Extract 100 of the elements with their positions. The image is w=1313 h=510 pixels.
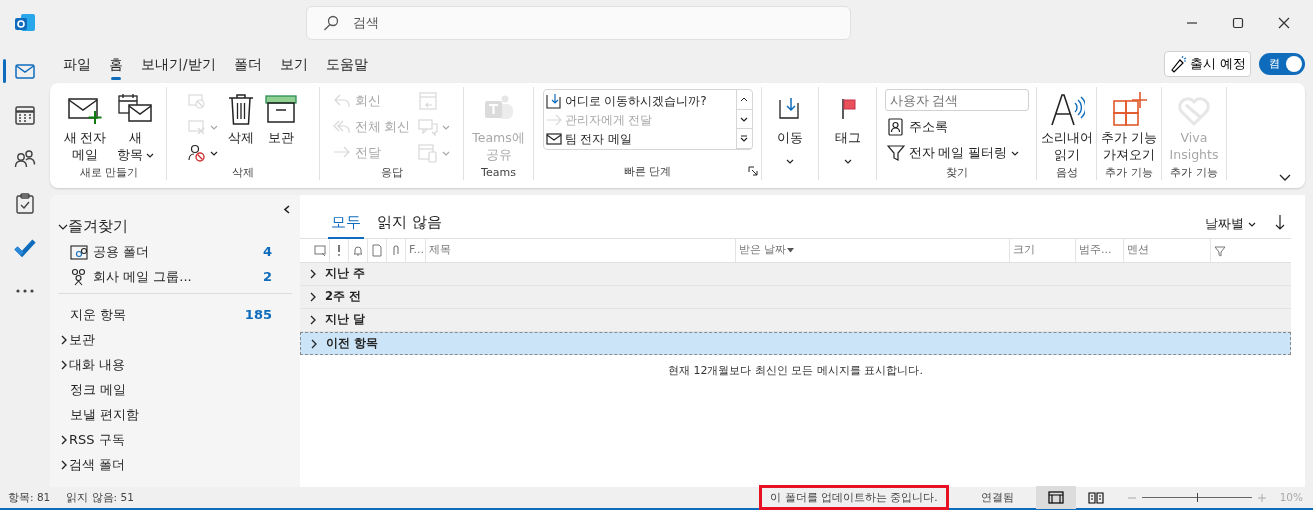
scroll-up-icon[interactable] [740,95,748,103]
sort-direction-icon[interactable] [1275,214,1285,230]
group-label: Teams [480,165,517,181]
scroll-down-icon[interactable] [740,115,748,123]
group-header[interactable]: 지난 주 [300,263,1291,286]
normal-view-button[interactable] [1035,486,1076,509]
app-logo-icon [14,11,36,34]
menu-tab[interactable]: 파일 [54,49,100,79]
folder-name[interactable]: 검색 폴더 [69,454,126,475]
folder-name[interactable]: 보관 [69,329,95,350]
document-icon [371,244,383,257]
ribbon-button[interactable]: 새 전자 메일 [60,87,110,165]
ribbon-button[interactable]: 새 항목 [113,87,158,165]
column-header[interactable]: 받은 날짜 [736,239,1010,262]
sort-triangle-icon [786,248,794,253]
menu-tab[interactable]: 홈 [100,49,132,79]
people-icon[interactable] [14,148,36,170]
unread-count: 2 [262,267,272,286]
menu-tab[interactable]: 보내기/받기 [132,49,225,79]
unread-count: 185 [244,305,272,324]
group-label: 음성 [1054,165,1079,181]
filter-icon[interactable] [1214,244,1226,257]
group-header[interactable]: 지난 달 [300,309,1291,332]
favorites-header[interactable]: 즐겨찾기 [50,214,300,239]
block-sender-icon [188,144,206,162]
group-label: 응답 [379,165,404,181]
ignore-icon [188,92,206,110]
status-text: 항목: 81 [8,489,51,505]
quick-step-item[interactable]: 어디로 이동하시겠습니까? [545,91,734,110]
calendar-phone-icon [418,143,439,163]
ribbon-button[interactable]: 이동 [774,87,806,171]
status-message: 이 폴더를 업데이트하는 중입니다. [759,484,949,510]
group-header[interactable]: 2주 전 [300,286,1291,309]
coming-soon-button[interactable]: 출시 예정 [1163,51,1251,77]
filter-tab[interactable]: 모두 [328,206,364,238]
folder-name[interactable]: 지운 항목 [70,304,127,325]
group-header[interactable]: 이전 항목 [300,332,1291,355]
menu-tab[interactable]: 보기 [270,49,317,79]
folder-name[interactable]: 정크 메일 [70,379,127,400]
group-label: 삭제 [231,165,255,181]
caret-icon [843,159,852,164]
ribbon-expand-icon[interactable] [1279,174,1291,182]
group-label: 새로 만들기 [78,165,140,181]
clipboard-check-icon[interactable] [14,192,36,214]
calendar-icon[interactable] [14,104,36,126]
folder-name[interactable]: RSS 구독 [69,429,125,450]
read-aloud-icon [1048,91,1085,127]
mail-icon [545,130,562,147]
notice-text: 현재 12개월보다 최신인 모든 메시지를 표시합니다. [667,363,924,379]
shared-folder-icon [70,242,88,261]
bell-icon [352,244,364,257]
group-label: 찾기 [944,165,969,181]
menu-tab[interactable]: 도움말 [316,49,377,79]
ribbon-button[interactable]: 주소록 [884,115,1029,139]
caret-icon [1248,221,1256,227]
caret-icon [786,159,794,164]
people-search-field[interactable]: 사용자 검색 [884,89,1029,111]
chat-bubbles-icon [418,117,439,137]
reply-all-icon [332,118,351,136]
toggle-switch[interactable]: 켬 [1259,53,1305,75]
folder-name[interactable]: 대화 내용 [69,354,126,375]
connection-status: 연결됨 [980,489,1014,505]
column-header[interactable]: F... [406,239,426,262]
chevron-right-icon [311,338,317,349]
dialog-launcher-icon[interactable] [748,166,758,176]
move-to-folder-icon [778,97,802,121]
calendar-reply-icon [418,91,439,111]
quick-step-item[interactable]: 팀 전자 메일 [545,129,734,148]
reply-icon [332,92,351,110]
search-field[interactable]: 검색 [306,5,851,40]
sort-button[interactable]: 날짜별 [1201,209,1259,238]
folder-item[interactable]: 공용 폴더 4 [50,239,300,264]
ribbon-button[interactable]: 태그 [831,87,864,171]
chevron-right-icon [310,269,316,279]
column-header[interactable]: 멘션 [1124,239,1211,262]
folder-item[interactable]: 회사 메일 그룹... 2 [50,264,300,289]
zoom-level: 10% [1279,489,1303,505]
clean-up-icon [188,118,206,136]
ribbon-button[interactable]: 소리내어 읽기 [1037,87,1096,165]
column-header[interactable]: 범주... [1076,239,1124,262]
normal-view-icon [1047,489,1064,506]
folder-name[interactable]: 보낼 편지함 [70,404,140,425]
menu-tab[interactable]: 폴더 [224,49,271,79]
mail-icon-column-icon [314,244,326,257]
caret-icon [146,153,155,158]
search-icon [323,14,339,31]
caret-icon [1011,150,1020,156]
ribbon-button[interactable]: 전자 메일 필터링 [884,141,1029,165]
ribbon-button[interactable]: 삭제 [224,87,258,148]
expand-gallery-icon[interactable] [740,135,748,143]
column-header[interactable]: 제목 [426,239,736,262]
group-label: 빠른 단계 [622,164,673,180]
collapse-pane-icon[interactable] [284,205,290,214]
filter-tab[interactable]: 읽지 않음 [374,206,445,238]
archive-box-icon [265,93,297,125]
move-to-folder-icon [545,92,562,109]
ribbon-button[interactable]: 추가 기능 가져오기 [1098,87,1160,165]
column-header[interactable]: 크기 [1010,239,1076,262]
filter-icon [886,144,905,162]
ribbon-button[interactable]: 보관 [262,87,300,148]
